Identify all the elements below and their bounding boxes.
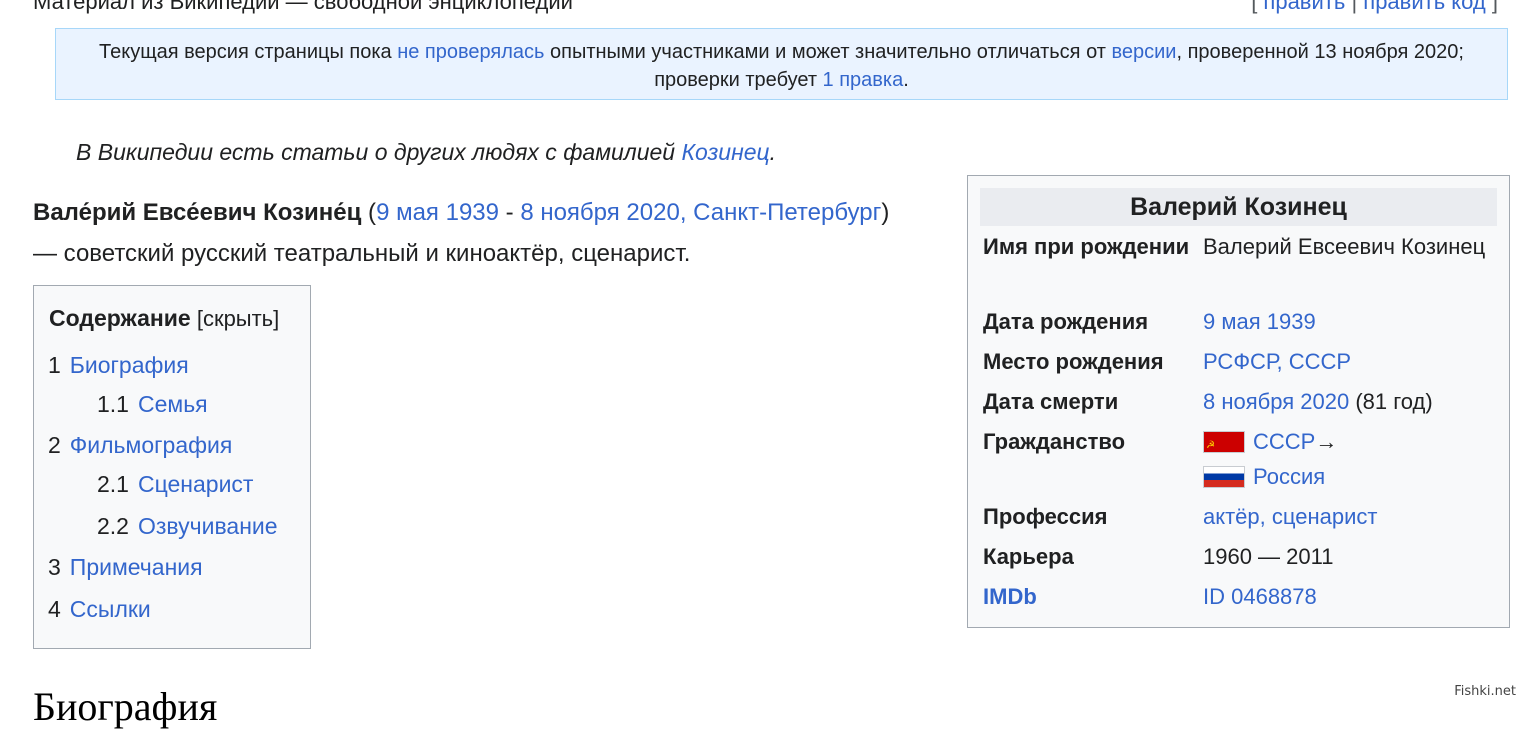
hatnote-surname-link[interactable]: Козинец [682, 139, 770, 165]
infobox-row-birth-name: Имя при рождении Валерий Евсеевич Козине… [983, 229, 1498, 301]
toc-toggle-bracket: [ [190, 306, 203, 331]
pending-changes-notice: Текущая версия страницы пока не проверял… [55, 28, 1508, 100]
death-place-link[interactable]: Санкт-Петербург [693, 199, 881, 226]
infobox-label: Гражданство [983, 429, 1126, 454]
notice-text: опытными участниками и может значительно… [544, 41, 1112, 63]
infobox: Валерий Козинец Имя при рождении Валерий… [967, 175, 1510, 628]
table-of-contents: Содержание [скрыть] 1 Биография 1.1 Семья … [33, 285, 311, 649]
infobox-death-date-link[interactable]: 8 ноября 2020 [1203, 389, 1349, 414]
edit-bracket-close: ] [1485, 0, 1498, 14]
infobox-label: Дата рождения [983, 309, 1149, 334]
notice-unchecked-link[interactable]: не проверялась [397, 41, 544, 63]
toc-label[interactable]: Примечания [70, 554, 203, 580]
toc-item-family[interactable]: 1.1 Семья [97, 391, 208, 418]
russia-flag-icon [1203, 466, 1245, 488]
notice-text: Текущая версия страницы пока [99, 41, 398, 63]
edit-link[interactable]: править [1263, 0, 1345, 14]
toc-number: 1.1 [97, 391, 129, 417]
toc-label[interactable]: Фильмография [70, 432, 233, 458]
infobox-birth-date-link[interactable]: 9 мая 1939 [1203, 309, 1316, 334]
toc-number: 2.1 [97, 471, 129, 497]
subject-name: Вале́рий Евсе́евич Козине́ц [33, 199, 362, 226]
infobox-citizenship-ussr-link[interactable]: СССР [1253, 429, 1315, 454]
infobox-value: 1960 — 2011 [1203, 544, 1334, 569]
death-date-link[interactable]: 8 ноября 2020 [520, 199, 680, 226]
notice-pending-edits-link[interactable]: 1 правка [823, 69, 904, 91]
lead-text: , [679, 199, 694, 226]
edit-bracket-open: [ [1251, 0, 1264, 14]
toc-hide-toggle[interactable]: скрыть [203, 306, 273, 331]
citizenship-ussr: СССР→ [1203, 424, 1498, 463]
toc-item-dubbing[interactable]: 2.2 Озвучивание [97, 513, 278, 540]
infobox-imdb-label-link[interactable]: IMDb [983, 579, 1193, 614]
toc-number: 2 [48, 432, 61, 458]
hatnote-end: . [769, 139, 777, 165]
toc-label[interactable]: Биография [70, 352, 189, 378]
toc-number: 4 [48, 596, 61, 622]
hatnote: В Википедии есть статьи о других людях с… [76, 139, 776, 166]
ussr-flag-icon [1203, 428, 1245, 463]
infobox-separator: , [1259, 504, 1272, 529]
toc-number: 1 [48, 352, 61, 378]
toc-label[interactable]: Семья [138, 391, 208, 417]
hatnote-text: В Википедии есть статьи о других людях с… [76, 139, 682, 165]
infobox-label: Карьера [983, 544, 1074, 569]
toc-item-biography[interactable]: 1 Биография [48, 352, 189, 379]
toc-toggle-bracket: ] [273, 306, 280, 331]
site-subtitle: Материал из Википедии — свободной энцикл… [33, 0, 573, 14]
infobox-label: Место рождения [983, 349, 1164, 374]
infobox-row-citizenship: Гражданство СССР→ Россия [983, 424, 1498, 496]
infobox-citizenship-russia-link[interactable]: Россия [1253, 464, 1325, 489]
toc-item-screenwriter[interactable]: 2.1 Сценарист [97, 471, 253, 498]
infobox-value: Валерий Евсеевич Козинец [1203, 234, 1486, 259]
toc-number: 2.2 [97, 513, 129, 539]
toc-item-filmography[interactable]: 2 Фильмография [48, 432, 232, 459]
infobox-imdb-id-link[interactable]: ID 0468878 [1203, 584, 1317, 609]
toc-label[interactable]: Озвучивание [138, 513, 278, 539]
edit-source-link[interactable]: править код [1363, 0, 1485, 14]
toc-number: 3 [48, 554, 61, 580]
infobox-label: Имя при рождении [983, 234, 1190, 259]
infobox-rsfsr-link[interactable]: РСФСР [1203, 349, 1276, 374]
infobox-label: Профессия [983, 504, 1108, 529]
lead-text: - [498, 199, 521, 226]
infobox-death-age: (81 год) [1349, 389, 1433, 414]
infobox-arrow: → [1315, 429, 1338, 454]
notice-text: . [903, 69, 909, 91]
watermark: Fishki.net [1454, 684, 1516, 699]
infobox-title: Валерий Козинец [980, 188, 1497, 226]
toc-header: Содержание [скрыть] [49, 305, 279, 332]
toc-label[interactable]: Ссылки [70, 596, 151, 622]
toc-item-notes[interactable]: 3 Примечания [48, 554, 203, 581]
citizenship-russia: Россия [1203, 459, 1498, 494]
edit-links: [ править | править код ] [1251, 0, 1498, 15]
infobox-separator: , [1276, 349, 1289, 374]
lead-text: ( [361, 199, 377, 226]
edit-separator: | [1345, 0, 1364, 14]
infobox-screenwriter-link[interactable]: сценарист [1272, 504, 1378, 529]
infobox-label: Дата смерти [983, 389, 1119, 414]
toc-title: Содержание [49, 305, 191, 331]
infobox-actor-link[interactable]: актёр [1203, 504, 1260, 529]
section-heading-biography: Биография [33, 684, 218, 729]
notice-version-link[interactable]: версии [1111, 41, 1176, 63]
infobox-ussr-link[interactable]: СССР [1289, 349, 1351, 374]
toc-item-links[interactable]: 4 Ссылки [48, 596, 151, 623]
toc-label[interactable]: Сценарист [138, 471, 253, 497]
lead-paragraph: Вале́рий Евсе́евич Козине́ц (9 мая 1939 … [33, 192, 913, 274]
birth-date-link[interactable]: 9 мая 1939 [376, 199, 499, 226]
